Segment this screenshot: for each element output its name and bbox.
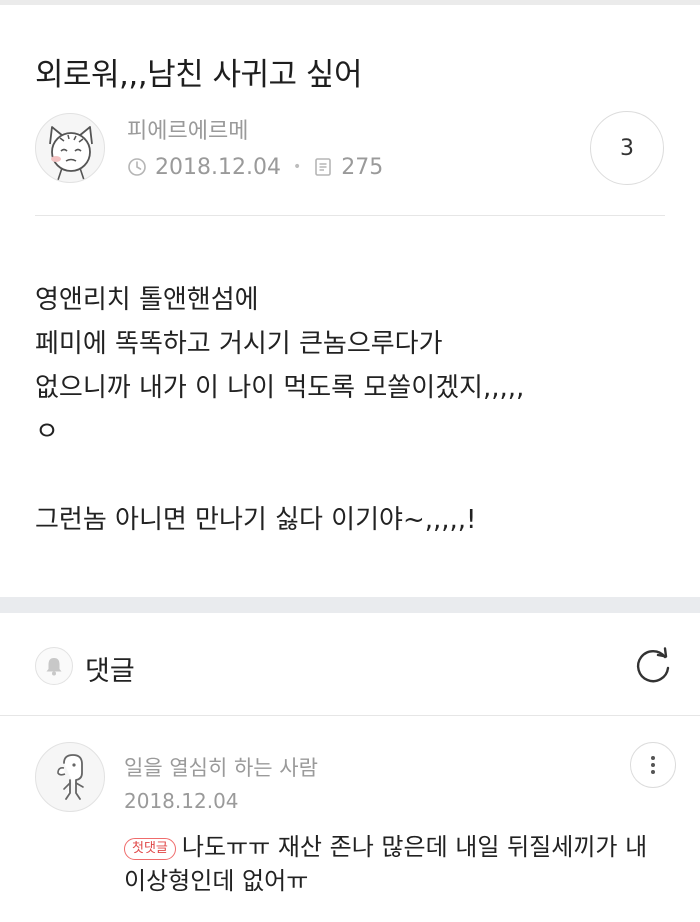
post-meta: 2018.12.04 • 275 xyxy=(127,153,383,181)
post-date: 2018.12.04 xyxy=(155,154,281,180)
cat-avatar-icon xyxy=(49,126,93,181)
author-name[interactable]: 피에르에르메 xyxy=(127,113,248,145)
post-body: 영앤리치 톨앤핸섬에 페미에 똑똑하고 거시기 큰놈으루다가 없으니까 내가 이… xyxy=(35,285,525,535)
refresh-icon[interactable] xyxy=(632,645,674,687)
comment-item: 일을 열심히 하는 사람 2018.12.04 첫댓글 나도ㅠㅠ 재산 존나 많은… xyxy=(0,717,700,922)
post-container: 외로워,,,남친 사귀고 싶어 피에르에르메 2018.12.04 • 275 … xyxy=(0,5,700,597)
comments-header: 댓글 xyxy=(0,613,700,716)
more-vertical-icon[interactable] xyxy=(630,742,676,788)
more-dot xyxy=(651,770,655,774)
bell-glyph-icon xyxy=(46,658,62,676)
section-separator xyxy=(0,597,700,613)
first-comment-badge: 첫댓글 xyxy=(124,838,176,860)
commenter-avatar[interactable] xyxy=(35,742,105,812)
comment-text-block: 첫댓글 나도ㅠㅠ 재산 존나 많은데 내일 뒤질세끼가 내 이상형인데 없어ㅠ xyxy=(124,830,664,898)
comment-body: 나도ㅠㅠ 재산 존나 많은데 내일 뒤질세끼가 내 이상형인데 없어ㅠ xyxy=(124,833,648,895)
meta-separator: • xyxy=(292,159,302,175)
header-divider xyxy=(35,215,665,216)
more-dot xyxy=(651,763,655,767)
document-icon xyxy=(315,158,332,176)
comment-count-badge[interactable]: 3 xyxy=(590,111,664,185)
more-dot xyxy=(651,756,655,760)
character-avatar-icon xyxy=(57,754,84,800)
author-avatar[interactable] xyxy=(35,113,105,183)
post-title: 외로워,,,남친 사귀고 싶어 xyxy=(35,57,362,93)
bell-icon[interactable] xyxy=(35,647,73,685)
view-count: 275 xyxy=(341,154,384,180)
comments-label: 댓글 xyxy=(85,656,135,687)
commenter-name[interactable]: 일을 열심히 하는 사람 xyxy=(124,752,318,782)
clock-icon xyxy=(128,158,146,176)
comment-date: 2018.12.04 xyxy=(124,789,239,813)
